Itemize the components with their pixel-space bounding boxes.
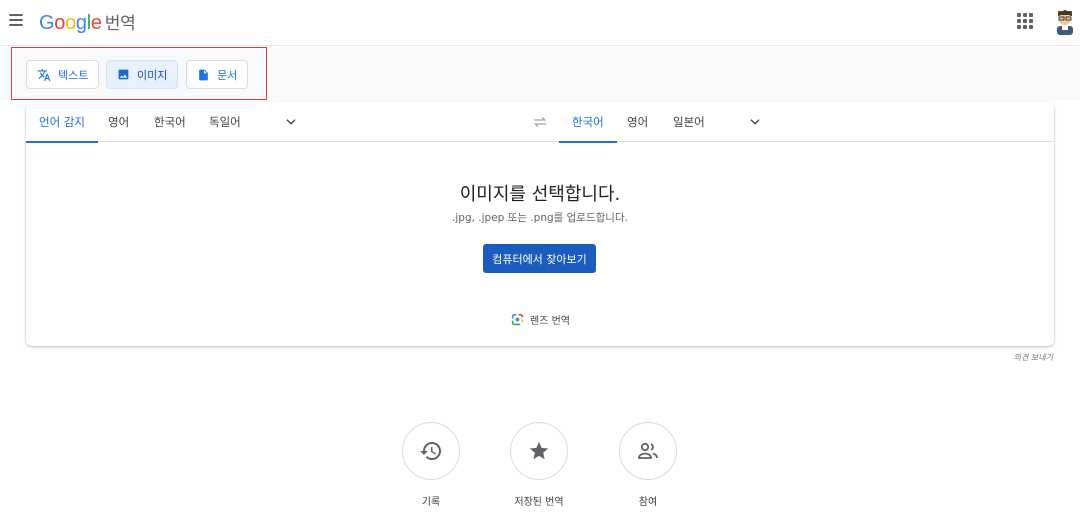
text-mode-label: 텍스트 — [58, 69, 89, 82]
logo-letter: G — [39, 12, 55, 34]
chevron-down-icon[interactable] — [284, 115, 298, 129]
image-drop-title: 이미지를 선택합니다. — [459, 184, 621, 205]
google-wordmark: Google — [39, 12, 102, 35]
swap-languages-icon[interactable] — [532, 114, 548, 130]
target-lang-label: 영어 — [627, 115, 649, 129]
source-lang-label: 영어 — [108, 115, 130, 129]
contribute-action[interactable]: 참여 — [618, 422, 678, 508]
contribute-button[interactable] — [619, 422, 677, 480]
source-lang-detect-label: 언어 감지 — [39, 115, 85, 129]
product-name: 번역 — [104, 14, 136, 34]
document-icon — [199, 69, 208, 80]
language-bar: 언어 감지 영어 한국어 독일어 한국어 영어 일본어 — [26, 102, 1054, 143]
document-mode-label: 문서 — [217, 69, 238, 82]
history-button[interactable] — [402, 422, 460, 480]
target-lang-tab[interactable]: 일본어 — [673, 102, 705, 142]
hamburger-icon — [9, 14, 23, 16]
star-icon — [529, 441, 549, 460]
source-lang-tab[interactable]: 영어 — [108, 102, 129, 142]
target-lang-label: 일본어 — [673, 115, 705, 129]
history-label: 기록 — [421, 497, 441, 508]
logo-letter: g — [75, 12, 87, 34]
translation-card: 언어 감지 영어 한국어 독일어 한국어 영어 일본어 이미지를 선택합니다. … — [26, 102, 1054, 346]
source-lang-detect-tab[interactable]: 언어 감지 — [26, 102, 98, 143]
source-lang-tab[interactable]: 독일어 — [209, 102, 241, 142]
saved-label: 저장된 번역 — [514, 497, 564, 508]
lens-translate-label: 렌즈 번역 — [530, 316, 570, 327]
target-lang-label: 한국어 — [572, 115, 604, 129]
apps-grid-icon[interactable] — [1017, 13, 1033, 29]
source-lang-tab[interactable]: 한국어 — [154, 102, 186, 142]
image-mode-label: 이미지 — [137, 69, 168, 82]
document-mode-button[interactable]: 문서 — [186, 60, 249, 89]
send-feedback-link[interactable]: 의견 보내기 — [1014, 352, 1053, 363]
account-avatar[interactable] — [1053, 9, 1077, 35]
image-icon — [118, 69, 129, 80]
chevron-down-icon[interactable] — [748, 115, 762, 129]
target-lang-tab[interactable]: 한국어 — [559, 102, 617, 143]
main-menu-button[interactable] — [6, 9, 28, 31]
source-lang-label: 한국어 — [154, 115, 186, 129]
logo-letter: o — [54, 12, 66, 34]
history-action[interactable]: 기록 — [401, 422, 461, 508]
image-drop-subtitle: .jpg, .jpep 또는 .png를 업로드합니다. — [452, 212, 628, 224]
top-app-bar: Google 번역 — [0, 0, 1080, 46]
browse-computer-button[interactable]: 컴퓨터에서 찾아보기 — [483, 244, 596, 273]
contribute-label: 참여 — [638, 497, 658, 508]
saved-button[interactable] — [510, 422, 568, 480]
text-mode-button[interactable]: 텍스트 — [26, 60, 100, 89]
image-mode-button[interactable]: 이미지 — [106, 60, 179, 89]
active-tab-indicator — [559, 141, 617, 143]
history-icon — [420, 442, 441, 460]
source-lang-label: 독일어 — [209, 115, 241, 129]
saved-action[interactable]: 저장된 번역 — [509, 422, 569, 508]
logo-letter: o — [65, 12, 76, 34]
people-icon — [638, 442, 658, 459]
target-lang-tab[interactable]: 영어 — [627, 102, 648, 142]
google-translate-logo[interactable]: Google 번역 — [39, 9, 136, 35]
lens-translate-link[interactable]: 렌즈 번역 — [511, 312, 570, 327]
logo-letter: e — [90, 12, 102, 34]
active-tab-indicator — [26, 141, 98, 143]
google-lens-icon — [511, 313, 524, 326]
translate-icon — [37, 68, 51, 81]
